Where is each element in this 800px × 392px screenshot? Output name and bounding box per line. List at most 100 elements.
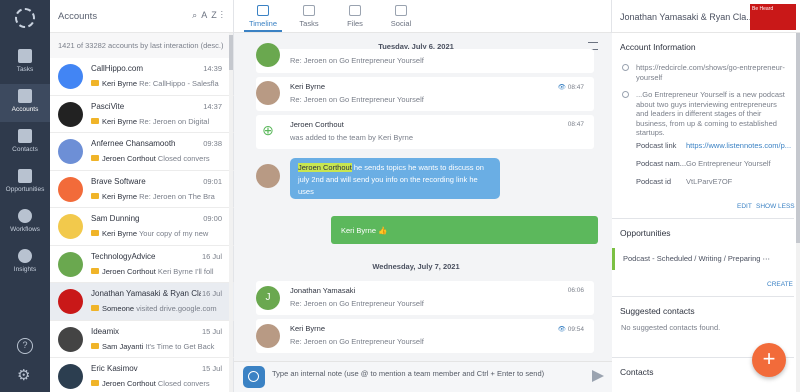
nav-insights[interactable]: Insights <box>0 244 50 282</box>
show-less-button[interactable]: SHOW LESS <box>756 203 795 210</box>
account-thumbnail[interactable]: Be Heard <box>750 4 796 30</box>
scrollbar-thumb[interactable] <box>796 33 800 243</box>
tab-tasks[interactable]: Tasks <box>286 5 332 28</box>
tab-bar: Timeline Tasks Files Social <box>234 0 611 33</box>
tab-social[interactable]: Social <box>378 5 424 28</box>
account-list-item[interactable]: Brave Software 09:01 Keri Byrne Re: Jeroen… <box>50 171 234 208</box>
timeline-event[interactable]: Re: Jeroen on Go Entrepreneur Yourself <box>256 43 594 73</box>
field-value: VtLParvE7OF <box>686 177 733 186</box>
event-time-value: 09:54 <box>567 326 584 333</box>
edit-button[interactable]: EDIT <box>737 203 752 210</box>
scrollbar-thumb[interactable] <box>229 35 233 70</box>
account-avatar <box>58 326 83 352</box>
field-label: Podcast link <box>636 141 677 150</box>
tab-timeline[interactable]: Timeline <box>240 5 286 32</box>
account-last-activity: Keri Byrne Your copy of my new <box>91 229 221 238</box>
timeline-event[interactable]: Keri Byrne Re: Jeroen on Go Entrepreneur… <box>256 319 594 353</box>
activity-author: Keri Byrne <box>102 191 138 201</box>
divider <box>612 218 794 219</box>
mention-button[interactable] <box>243 366 265 388</box>
tab-files[interactable]: Files <box>332 5 378 28</box>
account-time: 15 Jul <box>201 364 222 373</box>
event-author: Keri Byrne <box>290 82 326 91</box>
mail-icon <box>91 155 99 161</box>
timeline-event[interactable]: ⊕ Jeroen Corthout was added to the team … <box>256 115 594 149</box>
account-header: Jonathan Yamasaki & Ryan Cla... Be Heard <box>612 0 800 33</box>
accounts-header: Accounts ⌕AZ⋮ <box>50 0 233 33</box>
account-avatar <box>58 64 83 89</box>
event-text: Re: Jeroen on Go Entrepreneur Yourself <box>290 95 424 104</box>
nav-tasks[interactable]: Tasks <box>0 44 50 82</box>
nav-accounts[interactable]: Accounts <box>0 84 50 122</box>
account-list-item[interactable]: Ideamix 15 Jul Sam Jayanti It's Time to Ge… <box>50 321 234 358</box>
tab-timeline-label: Timeline <box>248 19 278 28</box>
account-list-item[interactable]: Sam Dunning 09:00 Keri Byrne Your copy of … <box>50 208 234 246</box>
accounts-title: Accounts <box>58 11 98 22</box>
chart-icon <box>18 249 32 263</box>
sort-az-button[interactable]: AZ <box>201 10 221 20</box>
nav-opportunities[interactable]: Opportunities <box>0 164 50 202</box>
date-separator: Wednesday, July 7, 2021 <box>372 262 460 271</box>
account-avatar <box>58 139 83 164</box>
detail-scrollbar[interactable] <box>796 33 800 392</box>
account-avatar <box>58 176 83 202</box>
website-row[interactable]: https://redcircle.com/shows/go-entrepren… <box>620 63 790 83</box>
activity-text: Closed convers <box>157 379 210 388</box>
account-time: 09:38 <box>203 139 222 148</box>
accounts-scrollbar[interactable] <box>229 33 233 392</box>
reaction-bubble[interactable]: Keri Byrne 👍 <box>331 216 598 244</box>
event-text: Re: Jeroen on Go Entrepreneur Yourself <box>290 56 424 65</box>
opportunities-section: Opportunities <box>612 228 794 238</box>
account-list-item[interactable]: Jonathan Yamasaki & Ryan Cla... 16 Jul Som… <box>50 283 234 321</box>
field-value[interactable]: https://www.listennotes.com/p... <box>686 141 791 150</box>
timeline-panel: Timeline Tasks Files Social Tuesday, Jul… <box>234 0 612 392</box>
activity-author: Jeroen Corthout <box>102 379 156 388</box>
nav-workflows[interactable]: Workflows <box>0 204 50 242</box>
more-menu-icon[interactable]: ⋮ <box>221 10 227 20</box>
account-time: 09:00 <box>203 214 222 223</box>
opportunity-item[interactable]: Podcast - Scheduled / Writing / Preparin… <box>612 248 794 270</box>
nav-accounts-label: Accounts <box>11 106 39 113</box>
account-name: Jonathan Yamasaki & Ryan Cla... <box>91 289 201 298</box>
app-logo-icon[interactable] <box>15 8 35 28</box>
add-button[interactable]: + <box>752 343 786 377</box>
activity-author: Someone <box>102 304 135 313</box>
gear-icon[interactable]: ⚙ <box>17 366 30 384</box>
account-name: TechnologyAdvice <box>91 251 156 261</box>
account-time: 16 Jul <box>201 251 222 261</box>
timeline-event[interactable]: Keri Byrne Re: Jeroen on Go Entrepreneur… <box>256 77 594 111</box>
note-input[interactable]: Type an internal note (use @ to mention … <box>272 369 544 378</box>
account-last-activity: Someone visited drive.google.com <box>91 304 221 313</box>
send-icon[interactable] <box>592 370 604 382</box>
account-list-item[interactable]: PasciVite 14:37 Keri Byrne Re: Jeroen on D… <box>50 96 234 133</box>
nav-insights-label: Insights <box>13 266 37 273</box>
account-last-activity: Sam Jayanti It's Time to Get Back <box>91 342 221 351</box>
main-nav: Tasks Accounts Contacts Opportunities Wo… <box>0 0 50 392</box>
account-name: Anfernee Chansamooth <box>91 139 176 148</box>
internal-note-bubble[interactable]: Jeroen Corthout he sends topics he wants… <box>290 158 500 199</box>
activity-author: Keri Byrne <box>102 79 138 88</box>
account-list-item[interactable]: TechnologyAdvice 16 Jul Jeroen Corthout Ke… <box>50 246 234 283</box>
mail-icon <box>91 380 99 386</box>
activity-text: It's Time to Get Back <box>145 341 215 351</box>
account-list-item[interactable]: CallHippo.com 14:39 Keri Byrne Re: CallHip… <box>50 58 234 96</box>
activity-author: Keri Byrne <box>102 229 138 238</box>
account-list-item[interactable]: Anfernee Chansamooth 09:38 Jeroen Corthout… <box>50 133 234 171</box>
nav-contacts[interactable]: Contacts <box>0 124 50 162</box>
create-button[interactable]: CREATE <box>767 281 793 288</box>
account-info-section: Account Information <box>612 42 794 52</box>
mention[interactable]: Jeroen Corthout <box>298 163 352 172</box>
opportunity-text: Podcast - Scheduled / Writing / Preparin… <box>623 254 761 263</box>
search-icon[interactable]: ⌕ <box>192 10 201 20</box>
paperclip-icon <box>349 5 361 16</box>
website-value[interactable]: https://redcircle.com/shows/go-entrepren… <box>636 63 786 82</box>
account-name: CallHippo.com <box>91 64 144 73</box>
note-composer: Type an internal note (use @ to mention … <box>234 361 612 392</box>
timeline-event[interactable]: J Jonathan Yamasaki Re: Jeroen on Go Ent… <box>256 281 594 315</box>
mail-icon <box>91 117 99 124</box>
help-icon[interactable]: ? <box>17 338 33 354</box>
account-last-activity: Jeroen Corthout Closed convers <box>91 154 221 163</box>
account-list-item[interactable]: Eric Kasimov 15 Jul Jeroen Corthout Closed… <box>50 358 234 392</box>
account-time: 16 Jul <box>201 289 222 298</box>
play-icon <box>18 209 32 223</box>
